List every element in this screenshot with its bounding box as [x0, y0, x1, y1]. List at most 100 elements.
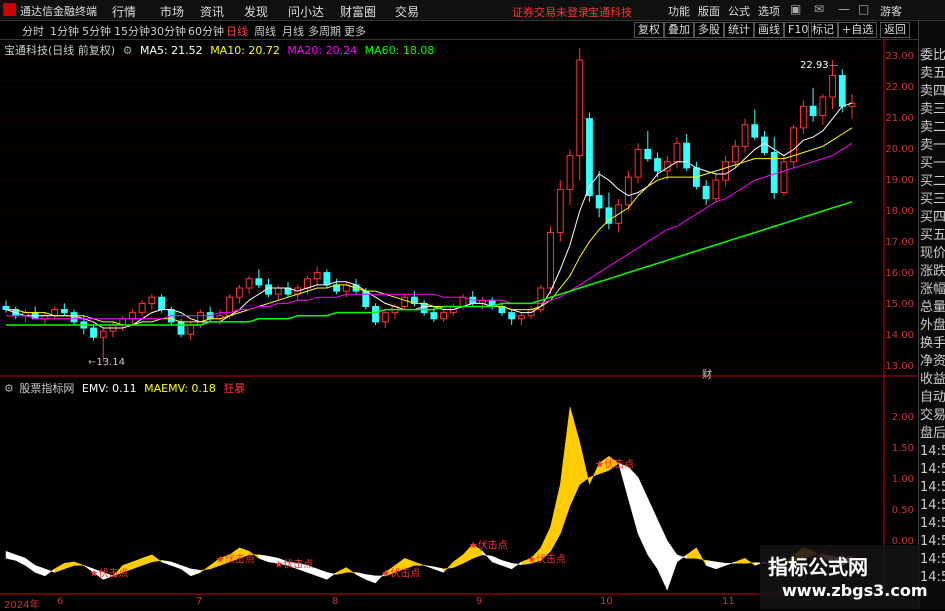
- candle-body[interactable]: [722, 161, 730, 181]
- emv-fill-segment: [569, 406, 580, 506]
- candle-body[interactable]: [605, 207, 613, 224]
- candle-body[interactable]: [838, 74, 846, 107]
- candle-body[interactable]: [245, 278, 253, 289]
- emv-fill-segment: [25, 557, 36, 573]
- quote-panel-label: 卖四: [920, 84, 945, 99]
- candle-body[interactable]: [809, 105, 817, 117]
- candle-body[interactable]: [372, 305, 379, 323]
- emv-fill-segment: [501, 560, 512, 570]
- x-tick: 9: [476, 596, 483, 607]
- candle-body[interactable]: [829, 74, 836, 98]
- candle-body[interactable]: [430, 312, 438, 320]
- candle-body[interactable]: [148, 296, 156, 304]
- candle-body[interactable]: [819, 96, 827, 117]
- candle-body[interactable]: [741, 124, 749, 147]
- quote-panel-label: 买五: [920, 228, 945, 243]
- x-tick: 11: [722, 596, 735, 607]
- candle-body[interactable]: [70, 312, 78, 323]
- emv-fill-segment: [44, 568, 55, 577]
- emv-fill-segment: [161, 560, 172, 566]
- quote-panel-label: 14:5: [920, 498, 945, 513]
- candle-body[interactable]: [547, 232, 554, 289]
- candle-body[interactable]: [323, 272, 331, 286]
- emv-fill-segment: [404, 557, 415, 570]
- candle-body[interactable]: [702, 185, 710, 200]
- finance-marker[interactable]: 财: [702, 366, 712, 381]
- candle-body[interactable]: [255, 278, 263, 286]
- emv-fill-segment: [696, 547, 707, 566]
- candle-body[interactable]: [197, 312, 204, 326]
- quote-panel-label: 现价: [920, 246, 945, 261]
- emv-fill-segment: [628, 466, 639, 534]
- emv-fill-segment: [73, 561, 84, 566]
- quote-panel-label: 14:5: [920, 516, 945, 531]
- candle-body[interactable]: [556, 188, 564, 234]
- candle-body[interactable]: [158, 296, 166, 311]
- quote-panel-label: 14:5: [920, 462, 945, 477]
- signal-label: ★伏击点: [216, 552, 255, 565]
- price-tick: 18.00: [885, 206, 914, 217]
- candle-body[interactable]: [187, 324, 195, 335]
- candle-body[interactable]: [683, 142, 691, 169]
- emv-fill-segment: [705, 560, 717, 570]
- candle-body[interactable]: [459, 296, 467, 307]
- candle-body[interactable]: [751, 124, 759, 138]
- candle-body[interactable]: [99, 330, 107, 338]
- candle-body[interactable]: [235, 287, 243, 298]
- emv-fill-segment: [666, 539, 678, 591]
- candle-body[interactable]: [624, 176, 632, 206]
- emv-fill-segment: [482, 550, 493, 563]
- candle-body[interactable]: [673, 142, 681, 163]
- candle-body[interactable]: [440, 312, 448, 320]
- x-tick: 7: [196, 596, 203, 607]
- emv-fill-segment: [560, 406, 571, 534]
- quote-panel-label: 收益: [920, 372, 945, 387]
- high-marker: 22.93—: [800, 60, 839, 71]
- quote-panel-label: 盘后: [920, 426, 945, 441]
- quote-panel-label: 14:5: [920, 552, 945, 567]
- quote-panel-label: 卖一: [920, 138, 945, 153]
- candle-body[interactable]: [576, 59, 584, 157]
- x-tick: 6: [57, 596, 64, 607]
- candle-body[interactable]: [274, 287, 282, 295]
- quote-panel-label: 14:5: [920, 444, 945, 459]
- signal-label: ★伏击点: [274, 557, 313, 570]
- emv-fill-segment: [151, 554, 162, 563]
- candle-body[interactable]: [177, 321, 185, 335]
- candle-body[interactable]: [731, 145, 739, 163]
- emv-fill-segment: [725, 561, 736, 566]
- candle-body[interactable]: [313, 272, 321, 280]
- candle-body[interactable]: [595, 195, 603, 209]
- candle-body[interactable]: [60, 309, 68, 314]
- candle-body[interactable]: [644, 148, 652, 160]
- candle-body[interactable]: [517, 315, 525, 320]
- candle-body[interactable]: [508, 312, 516, 320]
- candle-body[interactable]: [304, 278, 311, 289]
- candle-body[interactable]: [90, 327, 97, 338]
- indicator-tick: 1.00: [891, 474, 914, 485]
- emv-fill-segment: [550, 484, 561, 552]
- candle-body[interactable]: [634, 148, 642, 178]
- indicator-tick: 0.50: [891, 505, 914, 516]
- candle-body[interactable]: [420, 302, 428, 314]
- candle-body[interactable]: [128, 312, 136, 320]
- candle-body[interactable]: [780, 161, 788, 194]
- emv-fill-segment: [326, 571, 337, 580]
- candle-body[interactable]: [381, 312, 389, 323]
- candle-body[interactable]: [654, 158, 661, 172]
- quote-panel-label: 涨幅: [920, 282, 945, 297]
- candle-body[interactable]: [362, 290, 370, 307]
- candle-body[interactable]: [401, 296, 409, 307]
- quote-panel-label: 买三: [920, 192, 945, 207]
- candle-body[interactable]: [712, 179, 720, 200]
- candle-body[interactable]: [799, 105, 807, 129]
- emv-fill-segment: [171, 561, 182, 570]
- candle-body[interactable]: [2, 305, 10, 311]
- kline-chart[interactable]: ★伏击点★伏击点★伏击点★伏击点★伏击点★伏击点★伏击点★伏击点★伏击点: [0, 0, 918, 609]
- candle-body[interactable]: [138, 302, 146, 314]
- quote-panel-label: 自动: [920, 390, 945, 405]
- candle-body[interactable]: [566, 155, 574, 190]
- price-tick: 14.00: [885, 330, 914, 341]
- price-tick: 22.00: [885, 82, 914, 93]
- emv-fill-segment: [5, 550, 16, 561]
